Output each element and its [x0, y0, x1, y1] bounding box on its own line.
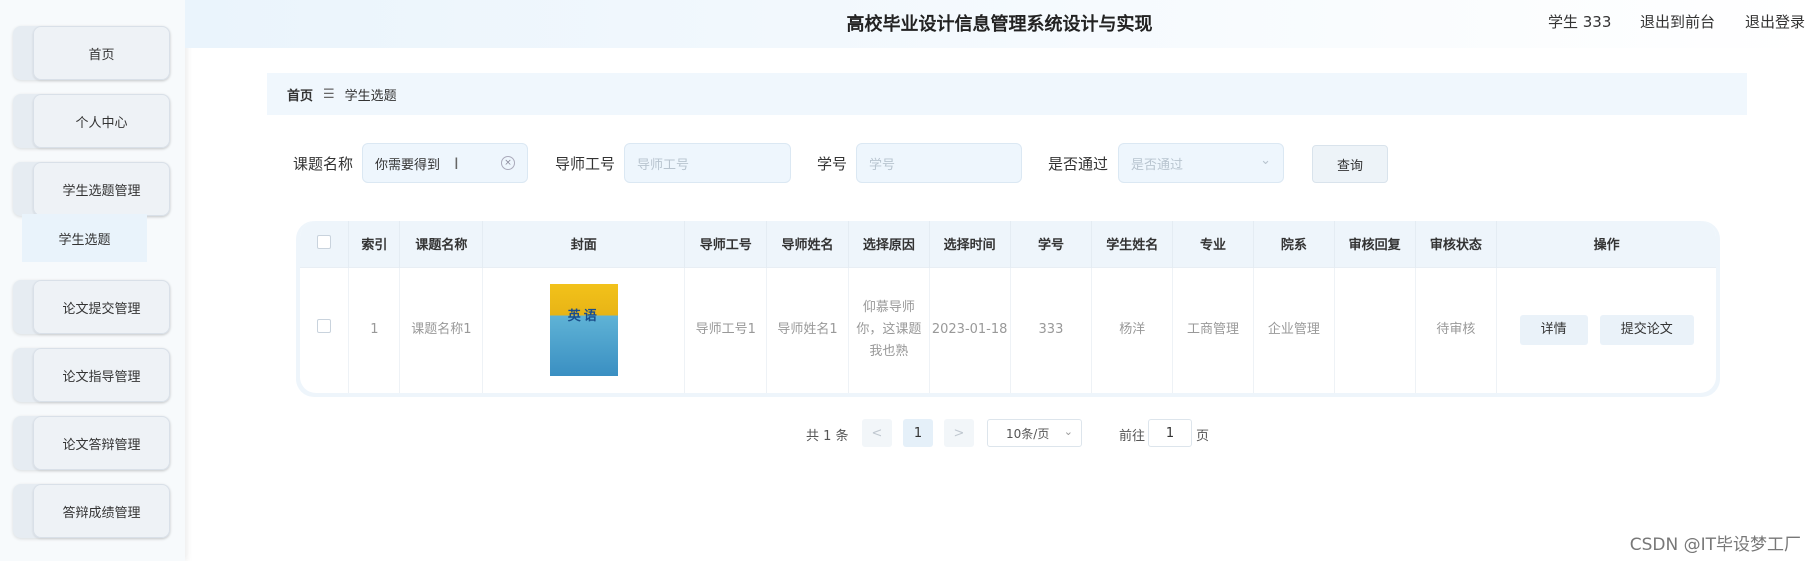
select-all-cell [300, 221, 350, 267]
watermark: CSDN @IT毕设梦工厂 [1629, 535, 1801, 555]
goto-label: 前往 [1119, 429, 1146, 444]
table-container: 索引 课题名称 封面 导师工号 导师姓名 选择原因 选择时间 学号 学生姓名 专… [296, 221, 1720, 397]
student-id-label: 学号 [817, 155, 848, 173]
cell-time: 2023-01-18 [929, 266, 1011, 393]
goto-page-input[interactable]: 1 [1148, 419, 1192, 447]
col-header: 审核状态 [1415, 221, 1498, 267]
top-header: 高校毕业设计信息管理系统设计与实现 学生 333 退出到前台 退出登录 [185, 0, 1814, 48]
teacher-id-placeholder: 导师工号 [637, 157, 690, 173]
cell-cover: 英语 [482, 266, 686, 393]
student-id-placeholder: 学号 [869, 157, 896, 173]
sidebar-item-defense-score[interactable]: 答辩成绩管理 [13, 484, 170, 538]
breadcrumb-home[interactable]: 首页 [287, 85, 313, 104]
approved-placeholder: 是否通过 [1131, 157, 1184, 173]
query-button[interactable]: 查询 [1312, 145, 1388, 183]
teacher-id-input[interactable]: 导师工号 [624, 143, 791, 183]
col-header: 院系 [1253, 221, 1335, 267]
page-unit-label: 页 [1196, 429, 1210, 444]
cell-student-id: 333 [1010, 266, 1093, 393]
col-header: 选择原因 [848, 221, 930, 267]
cell-dept: 企业管理 [1253, 266, 1335, 393]
col-header: 索引 [348, 221, 401, 267]
sidebar-item-topic-management[interactable]: 学生选题管理 [13, 162, 170, 216]
cell-teacher-name: 导师姓名1 [766, 266, 849, 393]
col-header: 操作 [1593, 238, 1620, 254]
topic-label: 课题名称 [293, 155, 354, 173]
breadcrumb-current: 学生选题 [344, 88, 397, 104]
table-card: 索引 课题名称 封面 导师工号 导师姓名 选择原因 选择时间 学号 学生姓名 专… [300, 221, 1716, 393]
page-size-value: 10条/页 [1006, 426, 1050, 441]
topic-table: 索引 课题名称 封面 导师工号 导师姓名 选择原因 选择时间 学号 学生姓名 专… [300, 221, 1716, 393]
clear-icon[interactable]: × [501, 156, 515, 170]
sidebar-item-paper-submit[interactable]: 论文提交管理 [13, 280, 170, 334]
chevron-down-icon: ⌄ [1063, 425, 1073, 438]
sidebar-item-paper-guidance[interactable]: 论文指导管理 [13, 348, 170, 402]
topic-search-input[interactable]: 你需要得到 I × [362, 143, 528, 183]
sidebar-item-label: 答辩成绩管理 [33, 484, 170, 538]
select-all-checkbox[interactable] [317, 234, 332, 249]
sidebar-item-label: 论文答辩管理 [33, 416, 170, 470]
col-header: 学生姓名 [1091, 221, 1174, 267]
table-row: 1 课题名称1 英语 导师工号1 导师姓名1 仰慕导师你，这课题我也熟 2023… [300, 266, 1716, 393]
cell-status: 待审核 [1415, 266, 1498, 393]
sidebar-item-label: 学生选题管理 [33, 162, 170, 216]
student-id-input[interactable]: 学号 [856, 143, 1022, 183]
approved-label: 是否通过 [1048, 155, 1109, 173]
cell-reply [1334, 266, 1416, 393]
page-1-button[interactable]: 1 [903, 419, 933, 447]
submit-paper-button[interactable]: 提交论文 [1599, 315, 1694, 346]
col-header: 审核回复 [1334, 221, 1416, 267]
cell-major: 工商管理 [1172, 266, 1254, 393]
row-checkbox[interactable] [317, 319, 332, 334]
pagination-total: 共 1 条 [806, 429, 849, 444]
sidebar: 首页 个人中心 学生选题管理 学生选题 论文提交管理 论文指导管理 论文答辩管理… [0, 0, 185, 561]
sidebar-item-home[interactable]: 首页 [13, 26, 170, 80]
approved-select[interactable]: 是否通过 ⌄ [1118, 143, 1284, 183]
topic-input-value: 你需要得到 [375, 157, 441, 173]
col-header: 课题名称 [399, 221, 484, 267]
table-header-row: 索引 课题名称 封面 导师工号 导师姓名 选择原因 选择时间 学号 学生姓名 专… [300, 221, 1716, 267]
cover-title: 英语 [567, 309, 600, 325]
exit-to-front-link[interactable]: 退出到前台 [1640, 11, 1715, 32]
breadcrumb: 首页 ☰ 学生选题 [267, 73, 1747, 115]
col-header: 专业 [1172, 221, 1254, 267]
cell-student-name: 杨洋 [1091, 266, 1174, 393]
logout-link[interactable]: 退出登录 [1745, 11, 1805, 32]
teacher-id-label: 导师工号 [555, 155, 616, 173]
sidebar-item-label: 论文提交管理 [33, 280, 170, 334]
breadcrumb-separator-icon: ☰ [323, 86, 335, 102]
cell-index: 1 [348, 266, 401, 393]
sidebar-item-defense[interactable]: 论文答辩管理 [13, 416, 170, 470]
next-page-button[interactable]: > [944, 419, 974, 447]
page-size-select[interactable]: 10条/页 ⌄ [987, 419, 1082, 447]
detail-button[interactable]: 详情 [1519, 315, 1588, 346]
current-user: 学生 333 [1548, 13, 1612, 31]
col-header: 导师姓名 [766, 221, 849, 267]
col-header: 导师工号 [684, 221, 768, 267]
cell-actions: 详情 提交论文 [1496, 266, 1716, 393]
col-header: 封面 [482, 221, 686, 267]
sidebar-item-label: 首页 [33, 26, 170, 80]
prev-page-button[interactable]: < [862, 419, 892, 447]
col-header: 学号 [1010, 221, 1093, 267]
sidebar-item-profile[interactable]: 个人中心 [13, 94, 170, 148]
cell-teacher-id: 导师工号1 [684, 266, 768, 393]
sidebar-subitem-student-topic[interactable]: 学生选题 [22, 214, 147, 262]
sidebar-item-label: 论文指导管理 [33, 348, 170, 402]
cell-topic: 课题名称1 [399, 266, 484, 393]
col-header: 选择时间 [929, 221, 1011, 267]
cell-reason: 仰慕导师你，这课题我也熟 [848, 266, 930, 393]
cover-image: 英语 [549, 284, 618, 377]
chevron-down-icon: ⌄ [1260, 153, 1271, 168]
sidebar-item-label: 个人中心 [33, 94, 170, 148]
text-cursor-icon: I [454, 153, 459, 173]
row-select-cell [300, 266, 350, 393]
